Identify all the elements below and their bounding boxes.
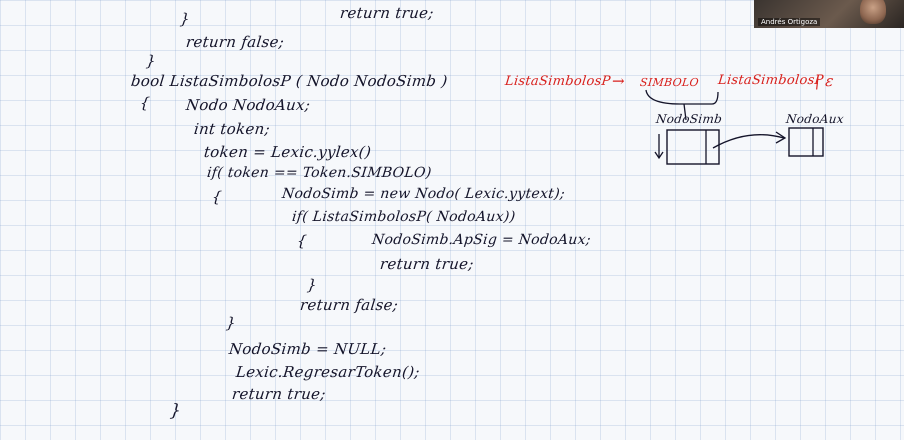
- linked-list-diagram: [645, 89, 824, 165]
- participant-name: Andrés Ortigoza: [758, 18, 821, 26]
- whiteboard-canvas: return true; } return false; } bool List…: [0, 0, 904, 440]
- participant-avatar: [860, 0, 886, 24]
- node-box-nodoaux: [788, 127, 824, 157]
- webcam-thumbnail[interactable]: Andrés Ortigoza: [754, 0, 904, 28]
- production-bracket: [645, 89, 719, 105]
- node-box-nodosimb: [666, 129, 720, 165]
- bracket-stem: [683, 103, 687, 121]
- apsig-arrow: [712, 134, 785, 149]
